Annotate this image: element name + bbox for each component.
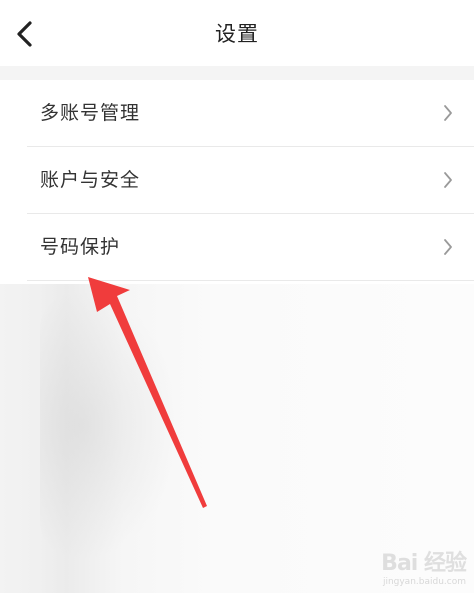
watermark-url: jingyan.baidu.com [382, 577, 466, 587]
settings-item-account-security[interactable]: 账户与安全 [0, 147, 474, 214]
settings-item-multi-account[interactable]: 多账号管理 [0, 80, 474, 147]
settings-item-label: 账户与安全 [40, 169, 141, 191]
settings-item-label: 多账号管理 [40, 102, 141, 124]
chevron-right-icon [444, 105, 452, 121]
page-title: 设置 [215, 22, 259, 46]
section-gap [0, 66, 474, 80]
chevron-right-icon [444, 239, 452, 255]
settings-list: 多账号管理 账户与安全 号码保护 [0, 80, 474, 281]
divider [27, 280, 474, 281]
settings-item-label: 号码保护 [40, 236, 121, 258]
settings-item-number-protection[interactable]: 号码保护 [0, 214, 474, 281]
baidu-jingyan-watermark: Bai 经验 jingyan.baidu.com [346, 545, 467, 587]
blurred-background-shape [40, 290, 180, 560]
chevron-right-icon [444, 172, 452, 188]
watermark-text: Bai 经验 [381, 551, 467, 576]
nav-bar: 设置 [0, 0, 474, 66]
